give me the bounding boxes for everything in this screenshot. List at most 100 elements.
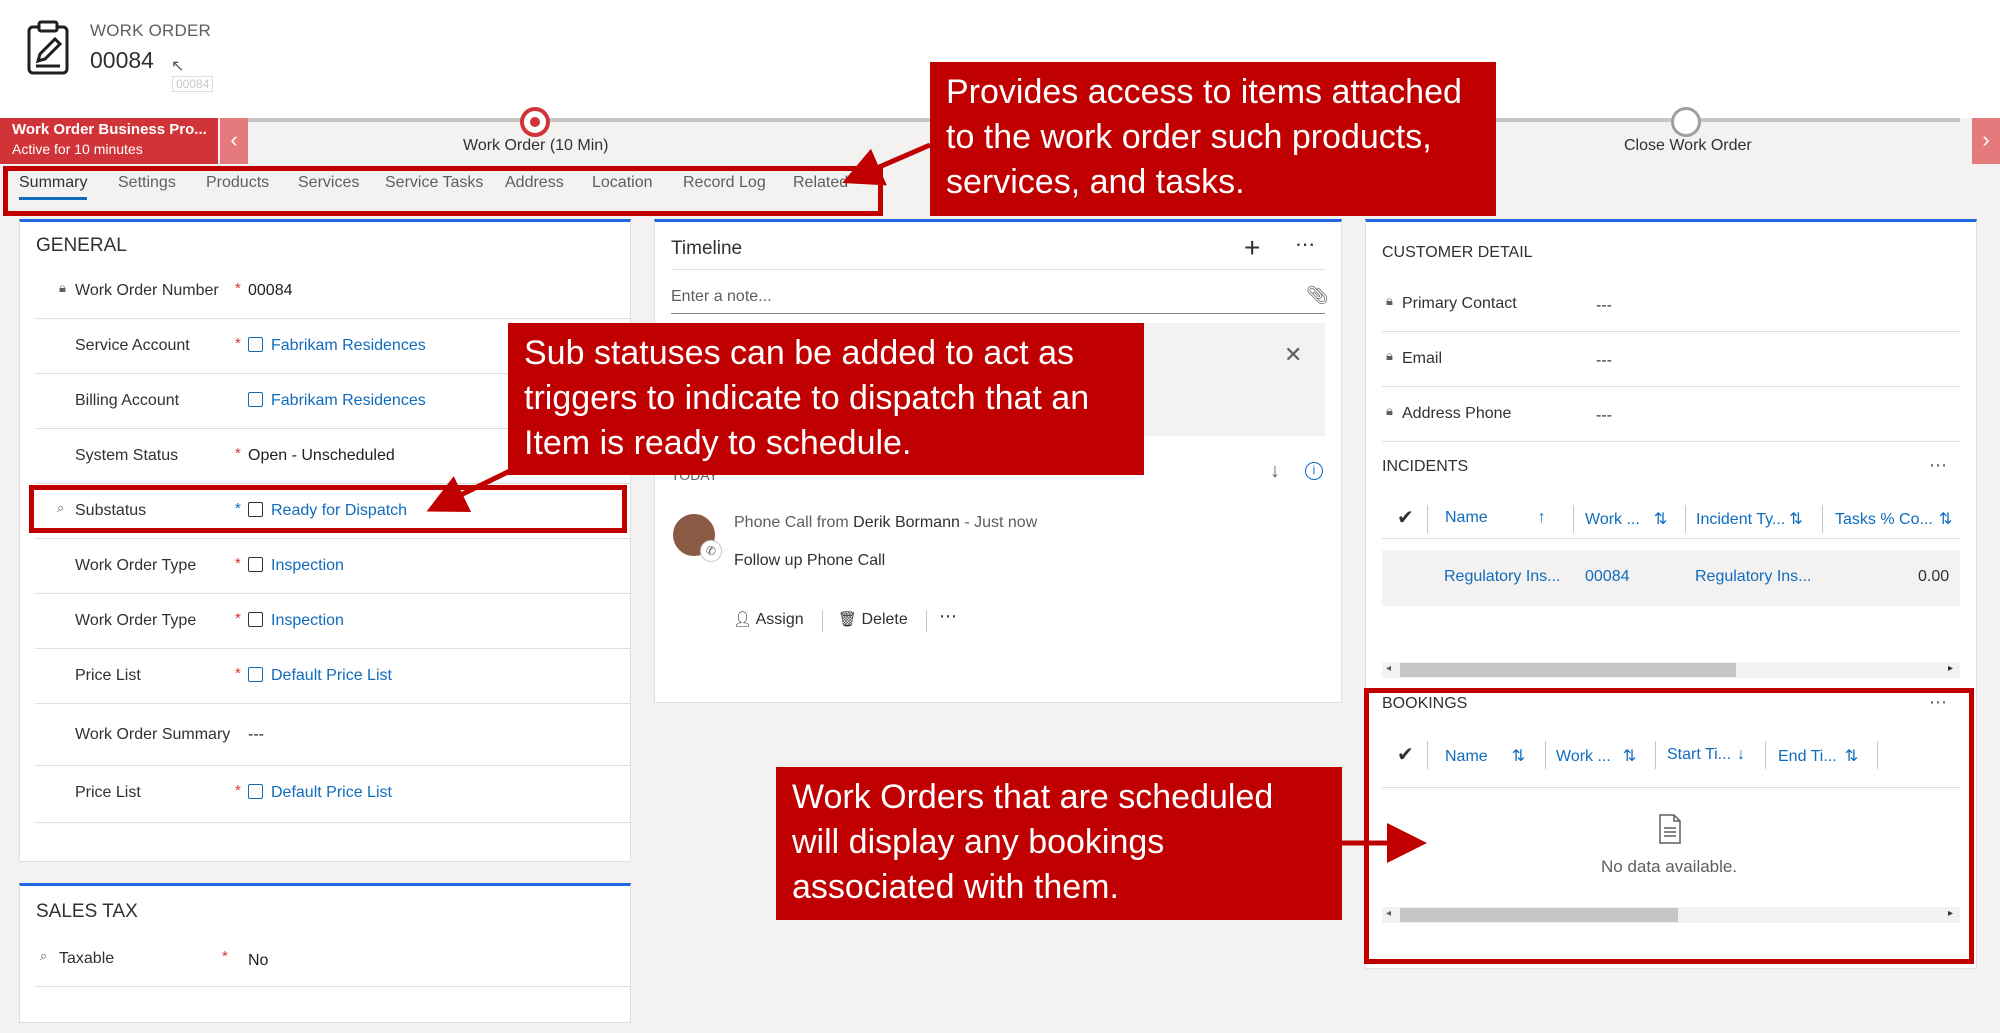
stage-close-label[interactable]: Close Work Order xyxy=(1624,137,1752,155)
account-icon xyxy=(248,392,263,407)
tabs-highlight-box xyxy=(3,166,883,216)
sort-down-icon[interactable]: ↓ xyxy=(1270,460,1280,483)
column-header-incident-type[interactable]: Incident Ty... ⇅ xyxy=(1696,509,1803,529)
field-work-order-summary[interactable]: Work Order Summary --- xyxy=(35,704,631,766)
more-icon[interactable]: ⋯ xyxy=(939,606,957,627)
required-marker: * xyxy=(235,555,241,572)
process-prev-button[interactable]: ‹ xyxy=(220,118,248,164)
scroll-right-icon[interactable]: ▸ xyxy=(1948,663,1953,674)
field-primary-contact[interactable]: 🔒︎ Primary Contact --- xyxy=(1382,277,1960,332)
price-list-link[interactable]: Default Price List xyxy=(248,784,392,802)
field-label: Price List xyxy=(75,784,141,801)
service-account-link[interactable]: Fabrikam Residences xyxy=(248,337,426,355)
link-text: Fabrikam Residences xyxy=(271,337,426,354)
stage-close-dot[interactable] xyxy=(1671,107,1701,137)
link-text: Inspection xyxy=(271,557,344,574)
column-separator xyxy=(1822,505,1823,533)
column-label: Name xyxy=(1445,509,1488,526)
note-input[interactable]: Enter a note... xyxy=(671,288,772,306)
required-marker: * xyxy=(235,782,241,799)
column-separator xyxy=(1573,505,1574,533)
link-text: Default Price List xyxy=(271,784,392,801)
activity-header: Phone Call from Derik Bormann - Just now xyxy=(734,514,1037,532)
required-marker: * xyxy=(235,610,241,627)
plus-icon[interactable]: + xyxy=(1244,232,1260,264)
mouse-cursor-icon: ↖ xyxy=(171,58,185,75)
sales-tax-title: SALES TAX xyxy=(36,901,138,922)
sort-up-icon: ↑ xyxy=(1537,509,1546,526)
field-label: Billing Account xyxy=(75,392,180,409)
activity-person[interactable]: Derik Bormann xyxy=(853,514,960,531)
work-order-type-icon xyxy=(248,612,263,627)
required-marker: * xyxy=(222,948,228,965)
column-header-name[interactable]: Name ↑ xyxy=(1445,509,1546,527)
scroll-left-icon[interactable]: ◂ xyxy=(1386,663,1391,674)
incident-name-link[interactable]: Regulatory Ins... xyxy=(1444,568,1561,586)
column-separator xyxy=(1685,505,1686,533)
field-work-order-type[interactable]: Work Order Type * Inspection xyxy=(35,539,631,594)
delete-label: Delete xyxy=(861,611,908,628)
price-list-link[interactable]: Default Price List xyxy=(248,667,392,685)
field-value: --- xyxy=(1596,352,1612,369)
field-value: No xyxy=(248,952,269,969)
stage-work-order-dot[interactable] xyxy=(520,107,550,137)
record-title: 00084 xyxy=(90,47,154,73)
stage-work-order-label[interactable]: Work Order (10 Min) xyxy=(463,137,609,155)
link-text: Default Price List xyxy=(271,667,392,684)
field-taxable[interactable]: ⌕ Taxable * No xyxy=(35,932,631,987)
required-marker: * xyxy=(235,335,241,352)
search-key-icon: ⌕ xyxy=(40,948,48,963)
field-address-phone[interactable]: 🔒︎ Address Phone --- xyxy=(1382,387,1960,442)
activity-subject[interactable]: Follow up Phone Call xyxy=(734,552,885,570)
column-header-work[interactable]: Work ... ⇅ xyxy=(1585,509,1667,529)
attach-icon[interactable]: 📎︎ xyxy=(1306,285,1329,306)
field-email[interactable]: 🔒︎ Email --- xyxy=(1382,332,1960,387)
field-label: Work Order Summary xyxy=(75,726,231,743)
substatus-highlight-box xyxy=(29,485,627,533)
column-separator xyxy=(1427,505,1428,533)
field-price-list-2[interactable]: Price List * Default Price List xyxy=(35,766,631,823)
required-marker: * xyxy=(235,445,241,462)
entity-type-label: WORK ORDER xyxy=(90,21,211,40)
incidents-title: INCIDENTS xyxy=(1382,458,1469,475)
work-order-type-icon xyxy=(248,557,263,572)
account-icon xyxy=(248,337,263,352)
field-label: Work Order Type xyxy=(75,612,197,629)
field-value: --- xyxy=(1596,297,1612,314)
required-marker: * xyxy=(235,665,241,682)
pricelist-icon xyxy=(248,784,263,799)
incident-type-link[interactable]: Regulatory Ins... xyxy=(1695,568,1812,586)
table-row[interactable]: Regulatory Ins... 00084 Regulatory Ins..… xyxy=(1382,550,1960,606)
assign-button[interactable]: 👤︎ Assign xyxy=(733,610,804,629)
field-label: Work Order Number xyxy=(75,282,219,299)
field-label: Primary Contact xyxy=(1402,295,1517,312)
column-label: Work ... xyxy=(1585,511,1640,528)
process-next-button[interactable]: › xyxy=(1972,118,2000,164)
work-order-type-link[interactable]: Inspection xyxy=(248,612,344,630)
field-label: Taxable xyxy=(59,950,115,967)
field-work-order-number[interactable]: 🔒︎ Work Order Number * 00084 xyxy=(35,264,631,319)
process-flyout-button[interactable]: Work Order Business Pro... Active for 10… xyxy=(0,118,218,164)
work-order-clipboard-icon xyxy=(27,20,69,75)
divider xyxy=(1382,538,1960,539)
process-active-time: Active for 10 minutes xyxy=(12,141,143,157)
divider xyxy=(671,269,1325,270)
info-icon[interactable]: i xyxy=(1305,462,1323,480)
general-section-title: GENERAL xyxy=(36,235,127,256)
more-icon[interactable]: ⋯ xyxy=(1929,455,1947,476)
more-icon[interactable]: ⋯ xyxy=(1295,232,1315,257)
field-work-order-type-2[interactable]: Work Order Type * Inspection xyxy=(35,594,631,649)
bookings-highlight-box xyxy=(1364,688,1974,964)
work-order-type-link[interactable]: Inspection xyxy=(248,557,344,575)
column-header-tasks[interactable]: Tasks % Co... ⇅ xyxy=(1835,509,1952,529)
scrollbar-thumb[interactable] xyxy=(1400,663,1736,677)
tasks-percent-value: 0.00 xyxy=(1918,568,1950,585)
work-order-link[interactable]: 00084 xyxy=(1585,568,1630,586)
assign-icon: 👤︎ xyxy=(733,611,753,628)
field-label: Price List xyxy=(75,667,141,684)
field-price-list[interactable]: Price List * Default Price List xyxy=(35,649,631,704)
billing-account-link[interactable]: Fabrikam Residences xyxy=(248,392,426,410)
checkmark-icon[interactable]: ✔ xyxy=(1397,505,1414,530)
delete-button[interactable]: 🗑︎ Delete xyxy=(838,610,908,629)
close-icon[interactable]: ✕ xyxy=(1284,342,1302,368)
